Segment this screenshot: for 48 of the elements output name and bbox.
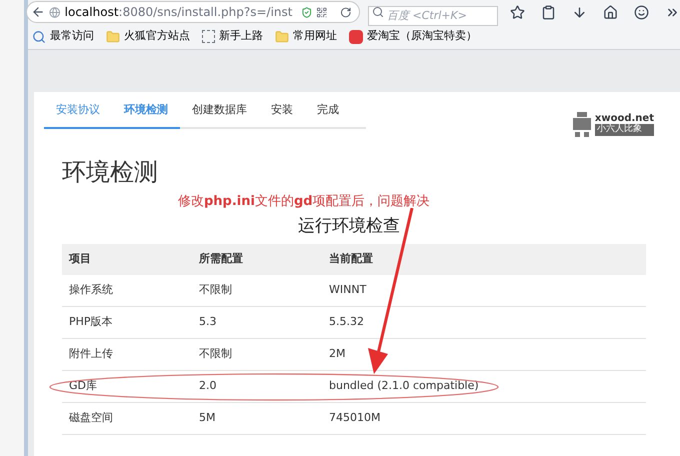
bookmark-link[interactable]: 新手上路 (219, 28, 263, 45)
bookmark-link[interactable]: 常用网址 (293, 28, 337, 45)
annotation-text: 修改php.ini文件的gd项配置后，问题解决 (178, 194, 430, 209)
table-cell-text: 操作系统 (69, 282, 114, 298)
home-icon[interactable] (603, 4, 618, 20)
robot-icon (570, 112, 593, 138)
table-cell-text: 不限制 (199, 346, 233, 362)
bookmark-link[interactable]: 爱淘宝（原淘宝特卖） (367, 28, 477, 45)
column-header: 当前配置 (329, 250, 374, 267)
smiley-icon[interactable] (634, 4, 649, 20)
table-cell-text: 2.0 (199, 378, 218, 394)
url-text: localhost:8080/sns/install.php?s=/inst (64, 4, 292, 21)
logo-tagline: 小六人比象 (594, 124, 654, 136)
folder-icon (275, 30, 289, 44)
table-cell-text: 磁盘空间 (69, 410, 114, 426)
table-cell-text: 附件上传 (69, 346, 114, 362)
qr-code-icon[interactable] (316, 6, 328, 18)
globe-icon (49, 6, 61, 18)
shield-icon (300, 6, 312, 18)
step-tab[interactable]: 创建数据库 (180, 102, 259, 128)
logo-name: xwood.net (594, 114, 654, 124)
address-bar[interactable]: localhost:8080/sns/install.php?s=/inst (26, 1, 360, 23)
table-cell-text: 745010M (329, 410, 382, 426)
page-icon (202, 30, 215, 43)
table-cell-text: 5.3 (199, 314, 218, 330)
table-cell-text: WINNT (329, 282, 368, 298)
table-title: 运行环境检查 (298, 216, 400, 236)
table-cell-text: 不限制 (199, 282, 233, 298)
column-header: 项目 (69, 250, 92, 267)
bookmark-link[interactable]: 最常访问 (50, 28, 94, 45)
bookmark-link[interactable]: 火狐官方站点 (124, 28, 190, 45)
download-icon[interactable] (572, 4, 587, 20)
step-tab[interactable]: 安装 (259, 102, 305, 128)
reload-icon[interactable] (340, 6, 351, 18)
clipboard-icon[interactable] (541, 4, 556, 20)
page-heading: 环境检测 (62, 160, 159, 184)
search-field[interactable]: 百度 <Ctrl+K> (368, 6, 498, 26)
table-cell-text: 5M (199, 410, 216, 426)
table-cell-text: 2M (329, 346, 346, 362)
table-cell-text: bundled (2.1.0 compatible) (329, 378, 480, 394)
search-icon (32, 30, 46, 44)
table-cell-text: PHP版本 (69, 314, 114, 330)
step-tab[interactable]: 完成 (305, 102, 351, 128)
star-icon[interactable] (510, 4, 525, 20)
folder-icon (106, 30, 120, 44)
table-cell-text: 5.5.32 (329, 314, 365, 330)
search-icon (372, 6, 384, 18)
column-header: 所需配置 (199, 250, 244, 267)
